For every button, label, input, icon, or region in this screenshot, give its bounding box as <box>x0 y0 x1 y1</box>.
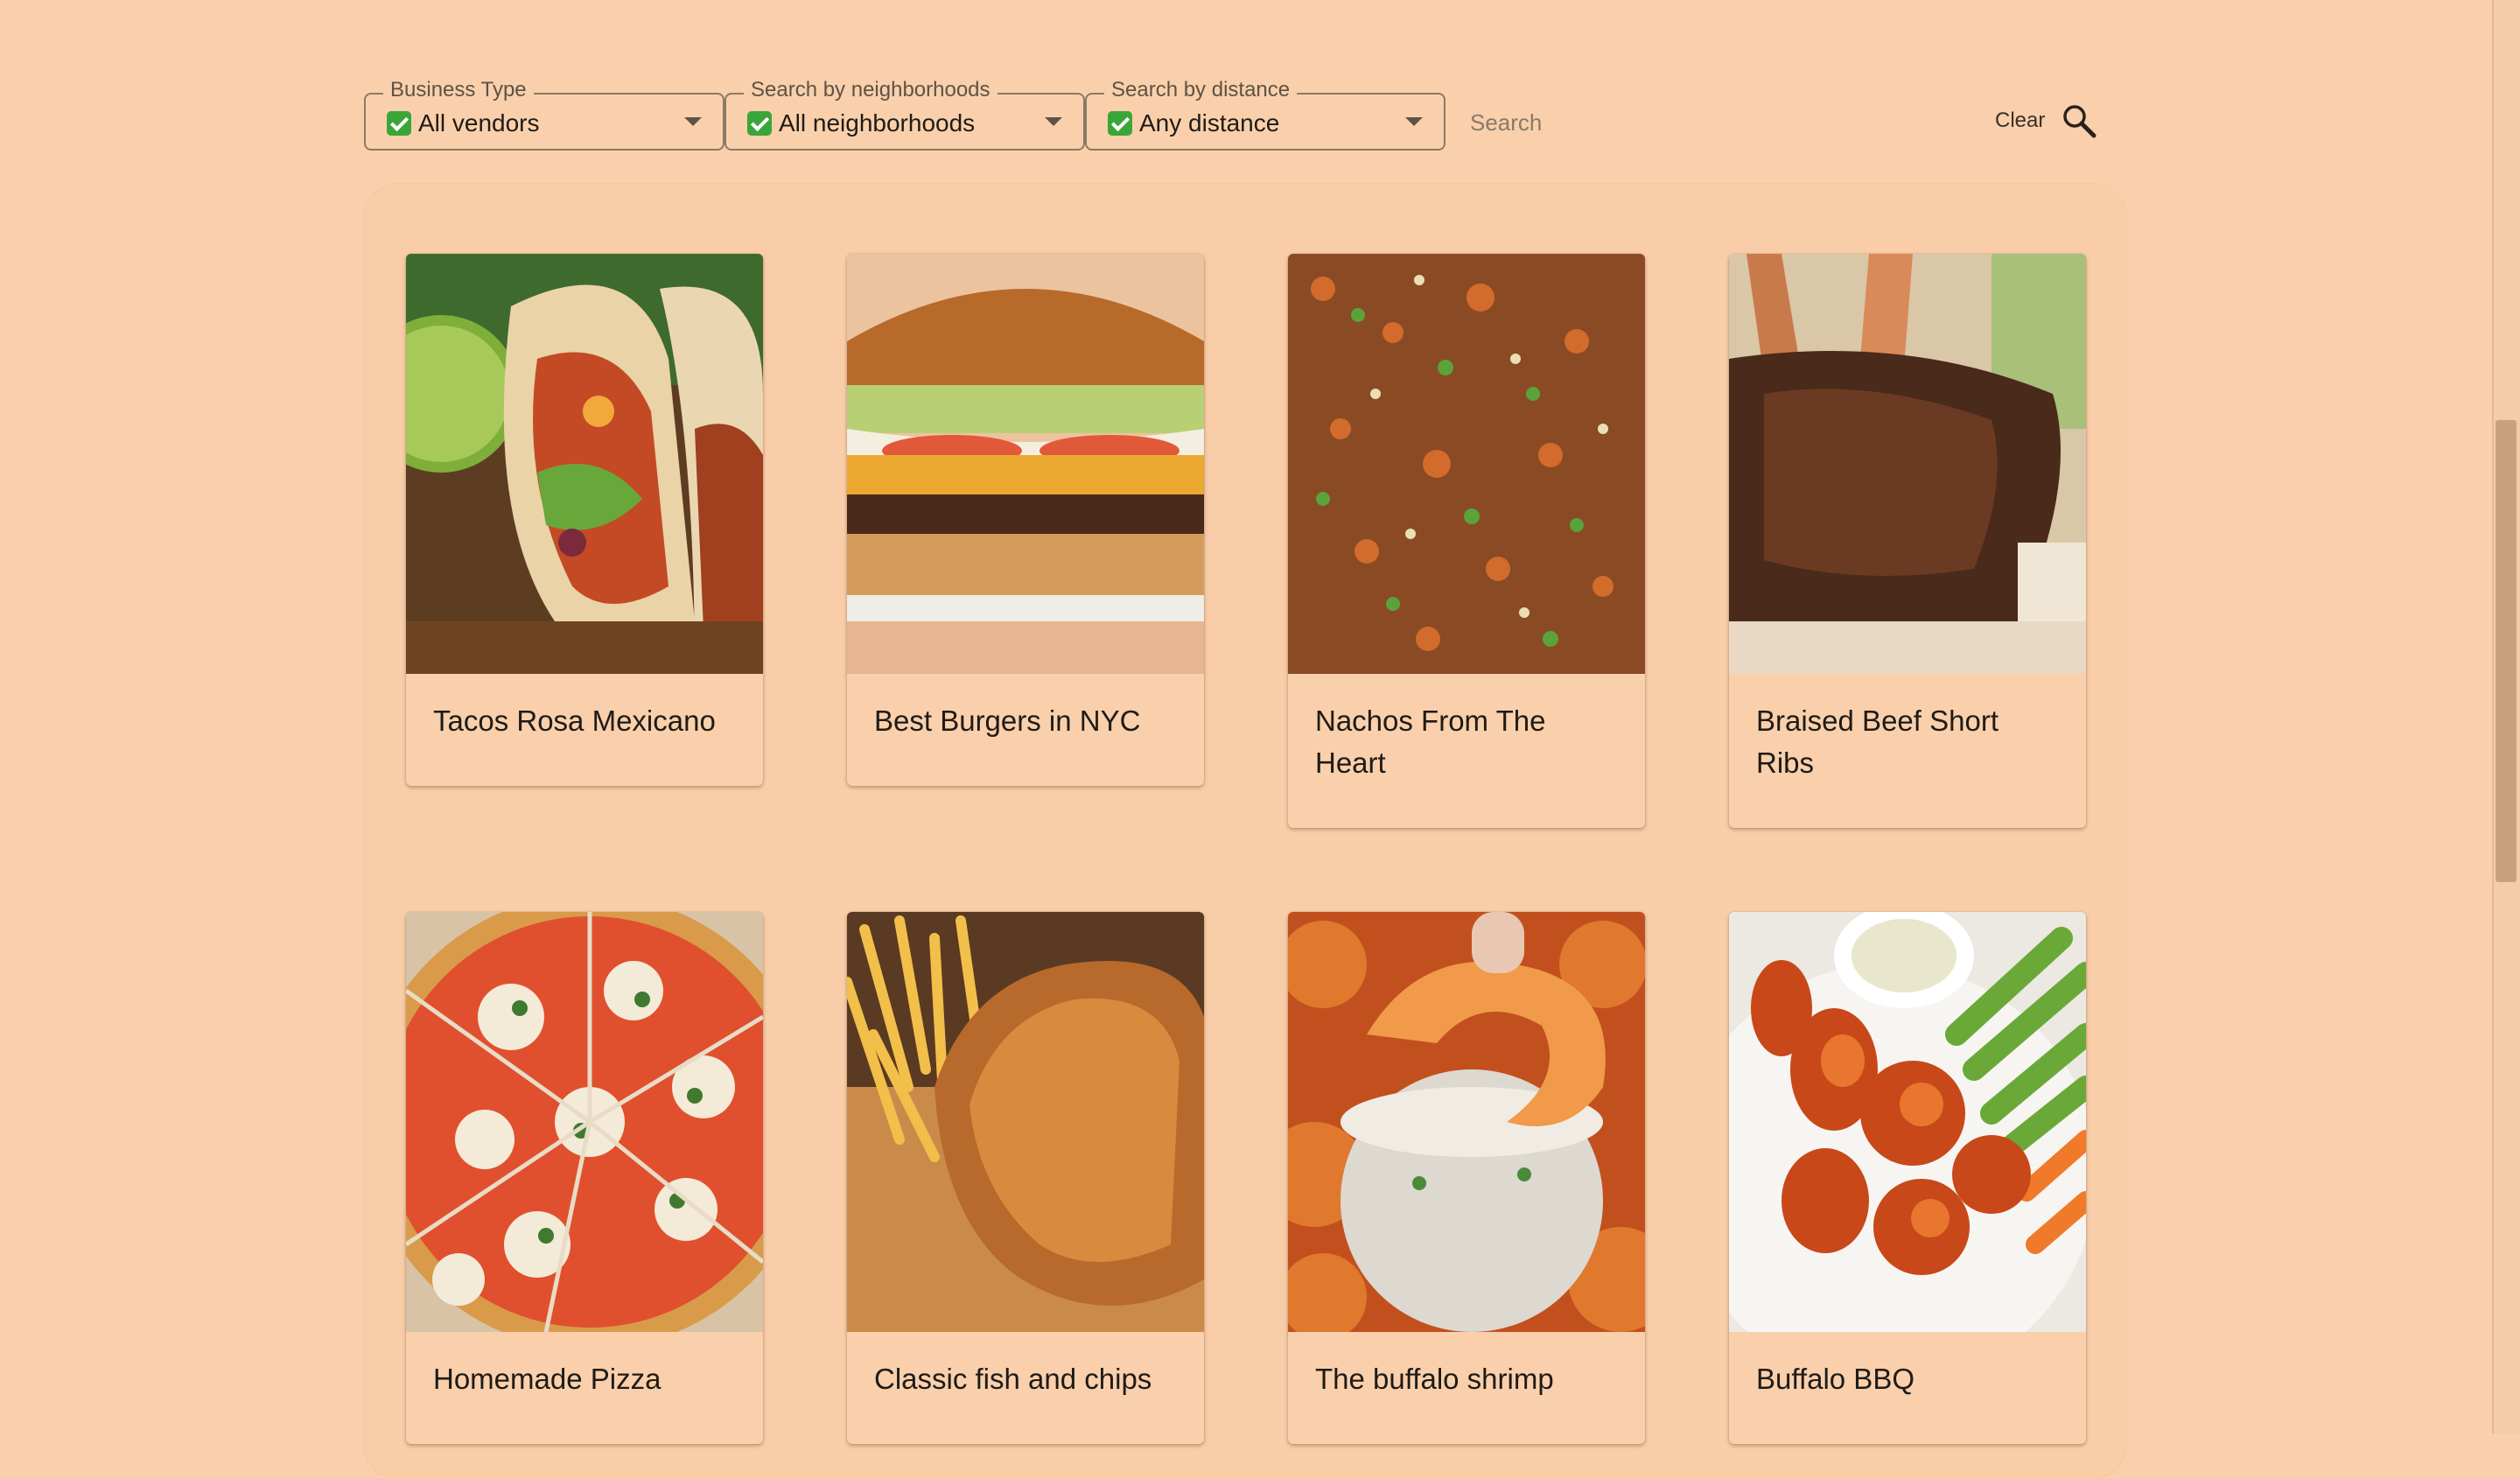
vendor-grid-panel: Tacos Rosa Mexicano Best Burgers in NYC … <box>364 184 2126 1479</box>
vendor-card[interactable]: Buffalo BBQ <box>1729 912 2086 1444</box>
vendor-title: Braised Beef Short Ribs <box>1756 704 1998 779</box>
check-icon <box>1108 111 1132 136</box>
neighborhoods-select[interactable]: Search by neighborhoods All neighborhood… <box>724 77 1085 151</box>
neighborhoods-value: All neighborhoods <box>779 109 976 137</box>
vendor-card[interactable]: Homemade Pizza <box>406 912 763 1444</box>
distance-value-wrap: Any distance <box>1108 109 1279 138</box>
chevron-down-icon <box>1405 117 1423 126</box>
vendor-card[interactable]: The buffalo shrimp <box>1288 912 1645 1444</box>
neighborhoods-label: Search by neighborhoods <box>744 77 998 103</box>
business-type-select[interactable]: Business Type All vendors <box>364 77 724 151</box>
vendor-image-short-ribs <box>1729 254 2086 674</box>
vendor-card[interactable]: Braised Beef Short Ribs <box>1729 254 2086 828</box>
vendor-image-fish-and-chips <box>847 912 1204 1332</box>
filter-bar: Business Type All vendors Search by neig… <box>364 77 2100 152</box>
vendor-image-burger <box>847 254 1204 674</box>
check-icon <box>747 111 772 136</box>
chevron-down-icon <box>1045 117 1062 126</box>
vendor-card[interactable]: Best Burgers in NYC <box>847 254 1204 786</box>
vendor-title: Best Burgers in NYC <box>874 704 1141 737</box>
vendor-image-shrimp <box>1288 912 1645 1332</box>
neighborhoods-value-wrap: All neighborhoods <box>747 109 975 138</box>
vendor-card[interactable]: Tacos Rosa Mexicano <box>406 254 763 786</box>
search-icon[interactable] <box>2062 103 2096 138</box>
scrollbar-thumb[interactable] <box>2496 420 2516 882</box>
search-input[interactable] <box>1470 105 1960 140</box>
chevron-down-icon <box>684 117 702 126</box>
vendor-title: Homemade Pizza <box>433 1363 662 1395</box>
vendor-card[interactable]: Nachos From The Heart <box>1288 254 1645 828</box>
distance-value: Any distance <box>1139 109 1280 137</box>
vendor-title: Buffalo BBQ <box>1756 1363 1915 1395</box>
vendor-title: The buffalo shrimp <box>1315 1363 1554 1395</box>
business-type-label: Business Type <box>383 77 534 103</box>
check-icon <box>387 111 411 136</box>
vendor-image-tacos <box>406 254 763 674</box>
clear-button[interactable]: Clear <box>1995 109 2045 133</box>
vendor-title: Tacos Rosa Mexicano <box>433 704 716 737</box>
vendor-image-pizza <box>406 912 763 1332</box>
vendor-title: Nachos From The Heart <box>1315 704 1546 779</box>
distance-select[interactable]: Search by distance Any distance <box>1085 77 1446 151</box>
vendor-title: Classic fish and chips <box>874 1363 1152 1395</box>
vendor-card[interactable]: Classic fish and chips <box>847 912 1204 1444</box>
page: Business Type All vendors Search by neig… <box>0 0 2492 1479</box>
distance-label: Search by distance <box>1104 77 1298 103</box>
vendor-image-nachos <box>1288 254 1645 674</box>
vendor-image-buffalo-bbq <box>1729 912 2086 1332</box>
business-type-value: All vendors <box>418 109 540 137</box>
business-type-value-wrap: All vendors <box>387 109 540 138</box>
